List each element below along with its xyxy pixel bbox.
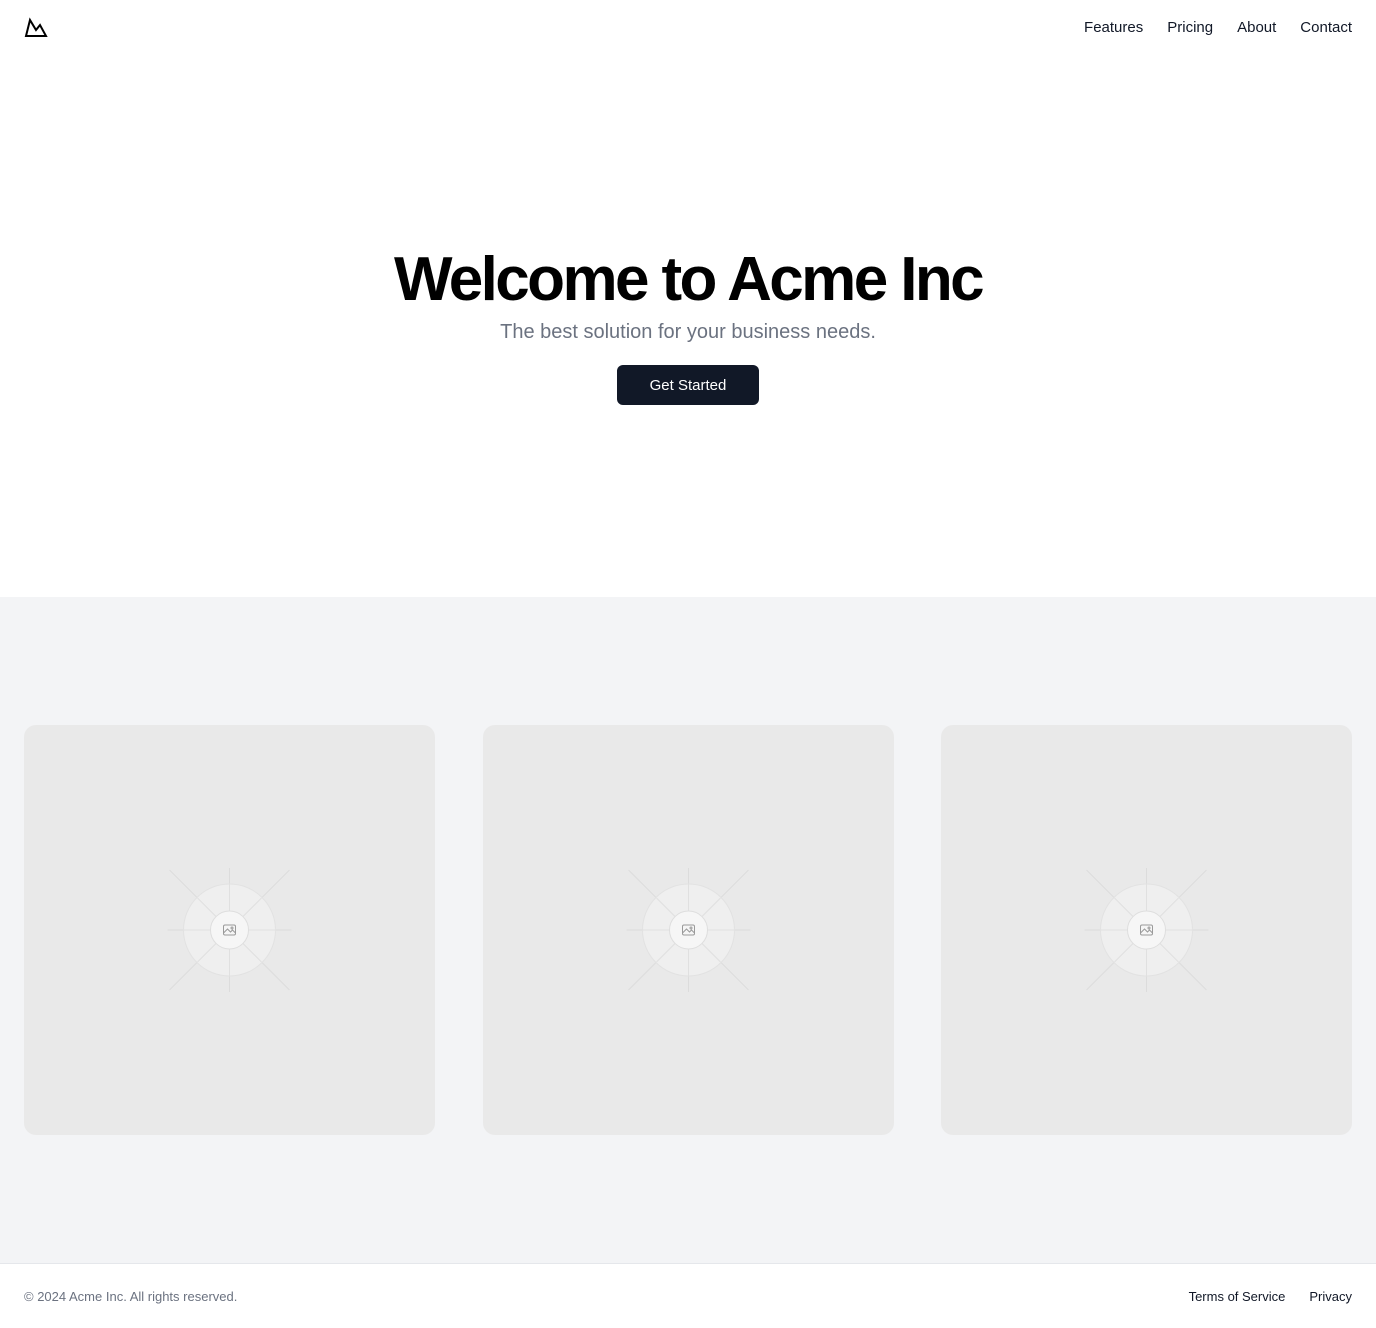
nav-link-features[interactable]: Features bbox=[1084, 18, 1143, 38]
image-placeholder-icon bbox=[167, 868, 292, 992]
site-footer: © 2024 Acme Inc. All rights reserved. Te… bbox=[0, 1263, 1376, 1328]
site-header: Features Pricing About Contact bbox=[0, 0, 1376, 56]
main-nav: Features Pricing About Contact bbox=[1084, 18, 1352, 38]
features-section bbox=[0, 597, 1376, 1263]
footer-link-privacy[interactable]: Privacy bbox=[1309, 1288, 1352, 1306]
feature-image-card bbox=[483, 725, 894, 1135]
image-placeholder-icon bbox=[1084, 868, 1209, 992]
hero-subtitle: The best solution for your business need… bbox=[500, 321, 876, 343]
nav-link-about[interactable]: About bbox=[1237, 18, 1276, 38]
hero-title: Welcome to Acme Inc bbox=[393, 245, 985, 314]
nav-link-pricing[interactable]: Pricing bbox=[1167, 18, 1213, 38]
feature-image-card bbox=[941, 725, 1352, 1135]
footer-link-terms[interactable]: Terms of Service bbox=[1189, 1288, 1286, 1306]
nav-link-contact[interactable]: Contact bbox=[1300, 18, 1352, 38]
image-placeholder-icon bbox=[626, 868, 751, 992]
mountain-icon[interactable] bbox=[24, 16, 48, 40]
copyright-text: © 2024 Acme Inc. All rights reserved. bbox=[24, 1289, 238, 1304]
footer-nav: Terms of Service Privacy bbox=[1189, 1288, 1352, 1306]
feature-image-card bbox=[24, 725, 435, 1135]
get-started-button[interactable]: Get Started bbox=[617, 365, 759, 405]
hero-section: Welcome to Acme Inc The best solution fo… bbox=[0, 56, 1376, 597]
